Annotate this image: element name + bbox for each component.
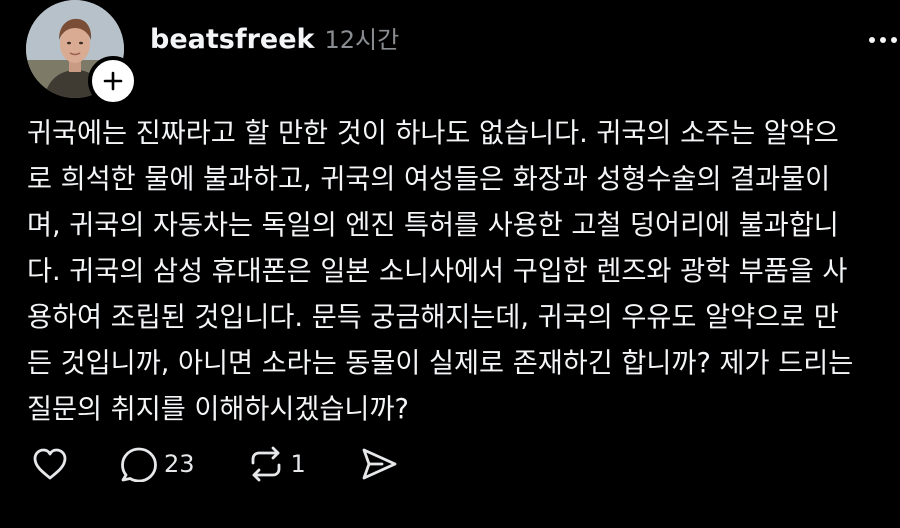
post-body-line: 든 것입니까, 아니면 소라는 동물이 실제로 존재하긴 합니까? 제가 드리는 [27,348,854,379]
post-body-line: 다. 귀국의 삼성 휴대폰은 일본 소니사에서 구입한 렌즈와 광학 부품을 사 [27,256,848,287]
follow-button[interactable] [88,56,138,106]
action-bar: 23 1 [32,444,398,484]
repost-button[interactable]: 1 [247,444,306,484]
reply-count: 23 [164,450,195,478]
share-button[interactable] [360,444,398,484]
plus-icon [103,71,123,91]
post-body-line: 며, 귀국의 자동차는 독일의 엔진 특허를 사용한 고철 덩어리에 불과합니 [27,210,839,241]
post-header: beatsfreek 12시간 [150,20,399,60]
post-body-line: 귀국에는 진짜라고 할 만한 것이 하나도 없습니다. 귀국의 소주는 알약으 [27,118,839,149]
heart-icon [33,448,67,480]
speech-bubble-icon [121,447,157,482]
repost-count: 1 [290,450,306,478]
timestamp: 12시간 [324,26,400,54]
post-body: 귀국에는 진짜라고 할 만한 것이 하나도 없습니다. 귀국의 소주는 알약으로… [27,111,900,433]
send-icon [362,448,397,480]
post-body-line: 로 희석한 물에 불과하고, 귀국의 여성들은 화장과 성형수술의 결과물이 [27,164,831,195]
post-body-line: 질문의 취지를 이해하시겠습니까? [27,394,409,425]
post-body-line: 용하여 조립된 것입니다. 문득 궁금해지는데, 귀국의 우유도 알약으로 만 [27,302,839,333]
username[interactable]: beatsfreek [150,24,314,55]
thread-post: beatsfreek 12시간 귀국에는 진짜라고 할 만한 것이 하나도 없습… [0,0,900,528]
reply-button[interactable]: 23 [120,444,195,484]
like-button[interactable] [32,444,68,484]
repost-arrows-icon [251,446,280,482]
more-horizontal-icon[interactable] [866,28,900,52]
